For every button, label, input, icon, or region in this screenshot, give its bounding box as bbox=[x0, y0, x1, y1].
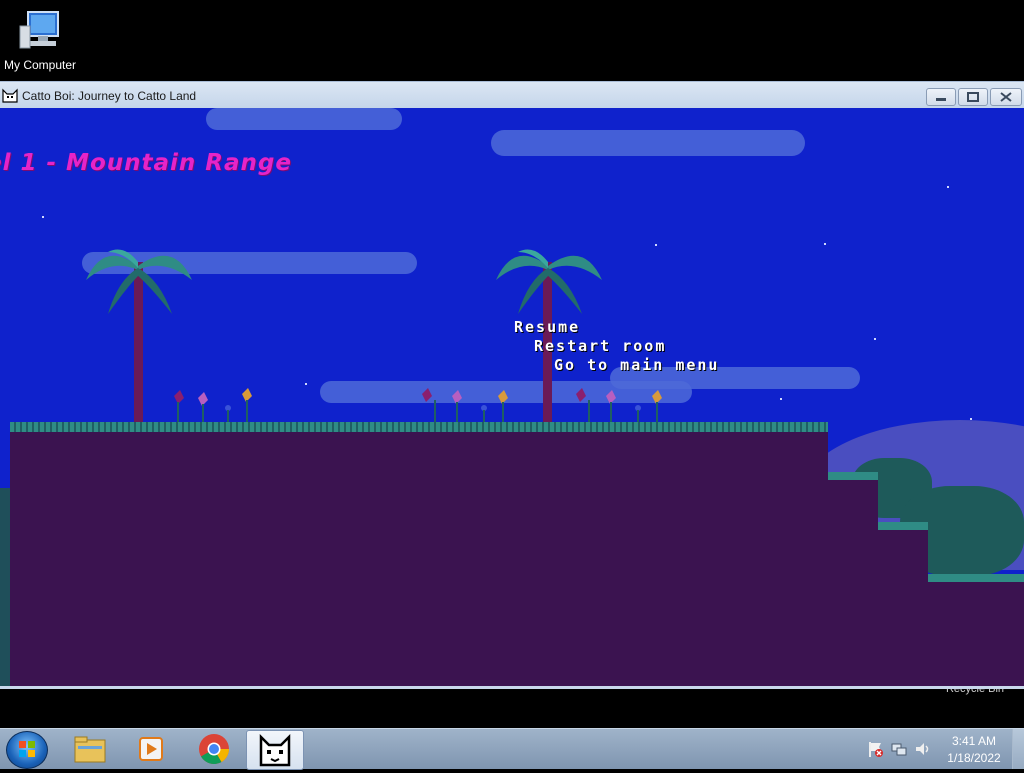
media-player-icon bbox=[139, 737, 163, 761]
ground-step bbox=[878, 526, 928, 686]
minimize-icon bbox=[936, 98, 946, 101]
ground-platform bbox=[10, 428, 828, 686]
resume-menu-item[interactable]: Resume bbox=[514, 318, 580, 336]
game-canvas[interactable]: el 1 - Mountain Range Resume Restart roo… bbox=[0, 108, 1024, 686]
cloud bbox=[206, 108, 402, 130]
chrome-icon bbox=[199, 734, 229, 765]
star bbox=[874, 338, 876, 340]
ground-step bbox=[928, 578, 1024, 686]
taskbar-chrome-button[interactable] bbox=[186, 730, 242, 768]
star bbox=[947, 186, 949, 188]
clock-time[interactable]: 3:41 AM bbox=[944, 734, 1004, 748]
taskbar: 3:41 AM 1/18/2022 bbox=[0, 728, 1024, 770]
game-window: Catto Boi: Journey to Catto Land el 1 - … bbox=[0, 81, 1024, 689]
my-computer-label: My Computer bbox=[3, 58, 77, 72]
minimize-button[interactable] bbox=[926, 88, 956, 106]
flower-cluster bbox=[174, 388, 252, 424]
grass-strip bbox=[10, 422, 828, 432]
star bbox=[824, 243, 826, 245]
close-button[interactable] bbox=[990, 88, 1022, 106]
taskbar-catto-boi-button[interactable] bbox=[246, 730, 304, 770]
ground-step bbox=[828, 476, 878, 686]
star bbox=[655, 244, 657, 246]
level-title: el 1 - Mountain Range bbox=[0, 150, 292, 176]
action-center-flag-icon[interactable] bbox=[866, 740, 884, 758]
restore-button[interactable] bbox=[958, 88, 988, 106]
cloud bbox=[491, 130, 805, 156]
windows-logo-icon bbox=[19, 741, 35, 757]
flower-cluster bbox=[576, 388, 662, 424]
grass-strip bbox=[828, 472, 878, 480]
my-computer-desktop-icon[interactable]: My Computer bbox=[0, 8, 80, 72]
grass-strip bbox=[928, 574, 1024, 582]
window-titlebar[interactable]: Catto Boi: Journey to Catto Land bbox=[0, 81, 1024, 109]
cat-app-icon bbox=[2, 88, 18, 103]
star bbox=[780, 398, 782, 400]
restart-room-menu-item[interactable]: Restart room bbox=[534, 337, 666, 355]
network-icon[interactable] bbox=[890, 740, 908, 758]
show-desktop-button[interactable] bbox=[1012, 729, 1024, 769]
window-title: Catto Boi: Journey to Catto Land bbox=[22, 89, 197, 103]
volume-icon[interactable] bbox=[914, 740, 932, 758]
cat-app-icon bbox=[259, 733, 291, 767]
ground-edge bbox=[0, 488, 10, 686]
start-button[interactable] bbox=[6, 731, 48, 769]
flower-cluster bbox=[422, 388, 508, 424]
window-border bbox=[0, 686, 1024, 689]
grass-strip bbox=[878, 522, 928, 530]
folder-icon bbox=[74, 736, 106, 763]
close-icon bbox=[1000, 92, 1012, 102]
star bbox=[305, 383, 307, 385]
clock-date[interactable]: 1/18/2022 bbox=[944, 751, 1004, 765]
taskbar-explorer-button[interactable] bbox=[62, 730, 118, 768]
computer-icon bbox=[16, 8, 64, 56]
main-menu-menu-item[interactable]: Go to main menu bbox=[554, 356, 719, 374]
star bbox=[42, 216, 44, 218]
taskbar-media-player-button[interactable] bbox=[124, 730, 180, 768]
restore-icon bbox=[967, 92, 979, 102]
